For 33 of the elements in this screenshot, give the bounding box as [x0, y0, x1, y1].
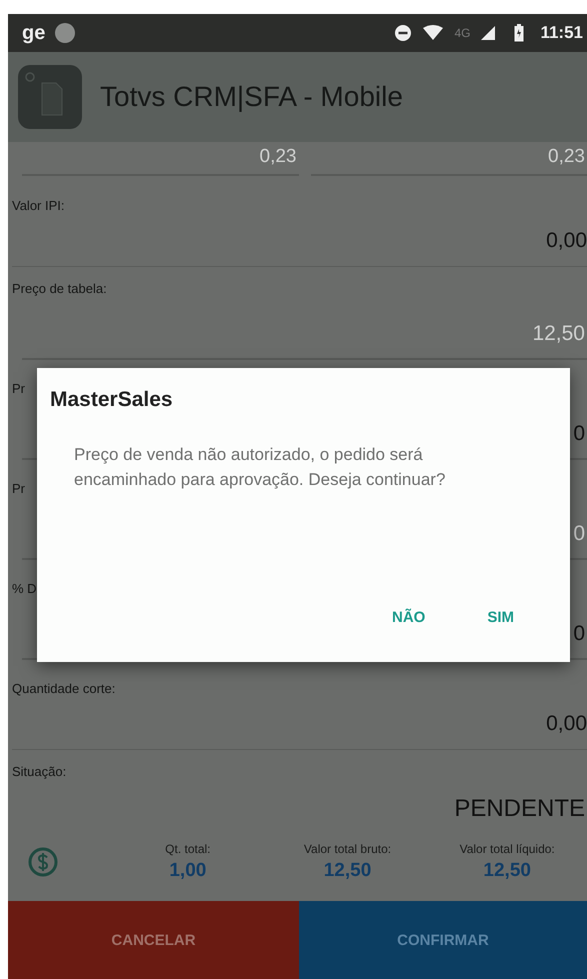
dialog-button[interactable]: NÃO — [376, 601, 442, 634]
field-label: % D — [12, 581, 37, 596]
dollar-icon[interactable] — [28, 847, 58, 877]
field-label: Pr — [12, 381, 25, 396]
confirm-button[interactable]: CONFIRMAR — [299, 901, 587, 979]
field-label: Quantidade corte: — [12, 681, 116, 696]
field-label: Valor IPI: — [12, 198, 65, 213]
document-app-icon — [18, 65, 82, 129]
total-label: Qt. total: — [165, 842, 211, 856]
total-label: Valor total líquido: — [460, 842, 555, 856]
cancel-button[interactable]: CANCELAR — [8, 901, 299, 979]
status-value: PENDENTE — [454, 795, 586, 823]
total-value: 1,00 — [169, 860, 206, 882]
field-value: 0,00 — [546, 712, 587, 736]
carrier-label: ge — [22, 22, 46, 44]
signal-icon — [480, 25, 496, 41]
dialog-title: MasterSales — [50, 388, 173, 412]
clock: 11:51 — [540, 23, 583, 43]
field-value: 0,00 — [546, 229, 587, 253]
field-label: Situação: — [12, 764, 66, 779]
network-type-label: 4G — [454, 26, 470, 40]
wifi-icon — [422, 25, 444, 41]
app-title: Totvs CRM|SFA - Mobile — [100, 81, 403, 113]
total-value: 12,50 — [483, 860, 531, 882]
field-label: Preço de tabela: — [12, 281, 107, 296]
field-label: Pr — [12, 481, 25, 496]
total-label: Valor total bruto: — [304, 842, 392, 856]
dialog-message: Preço de venda não autorizado, o pedido será encaminhado para aprovação. Deseja continuar? — [74, 444, 446, 491]
do-not-disturb-icon — [394, 24, 412, 42]
total-value: 12,50 — [324, 860, 372, 882]
dialog-button[interactable]: SIM — [471, 601, 530, 634]
notification-icon — [55, 23, 76, 43]
battery-icon — [514, 24, 524, 42]
